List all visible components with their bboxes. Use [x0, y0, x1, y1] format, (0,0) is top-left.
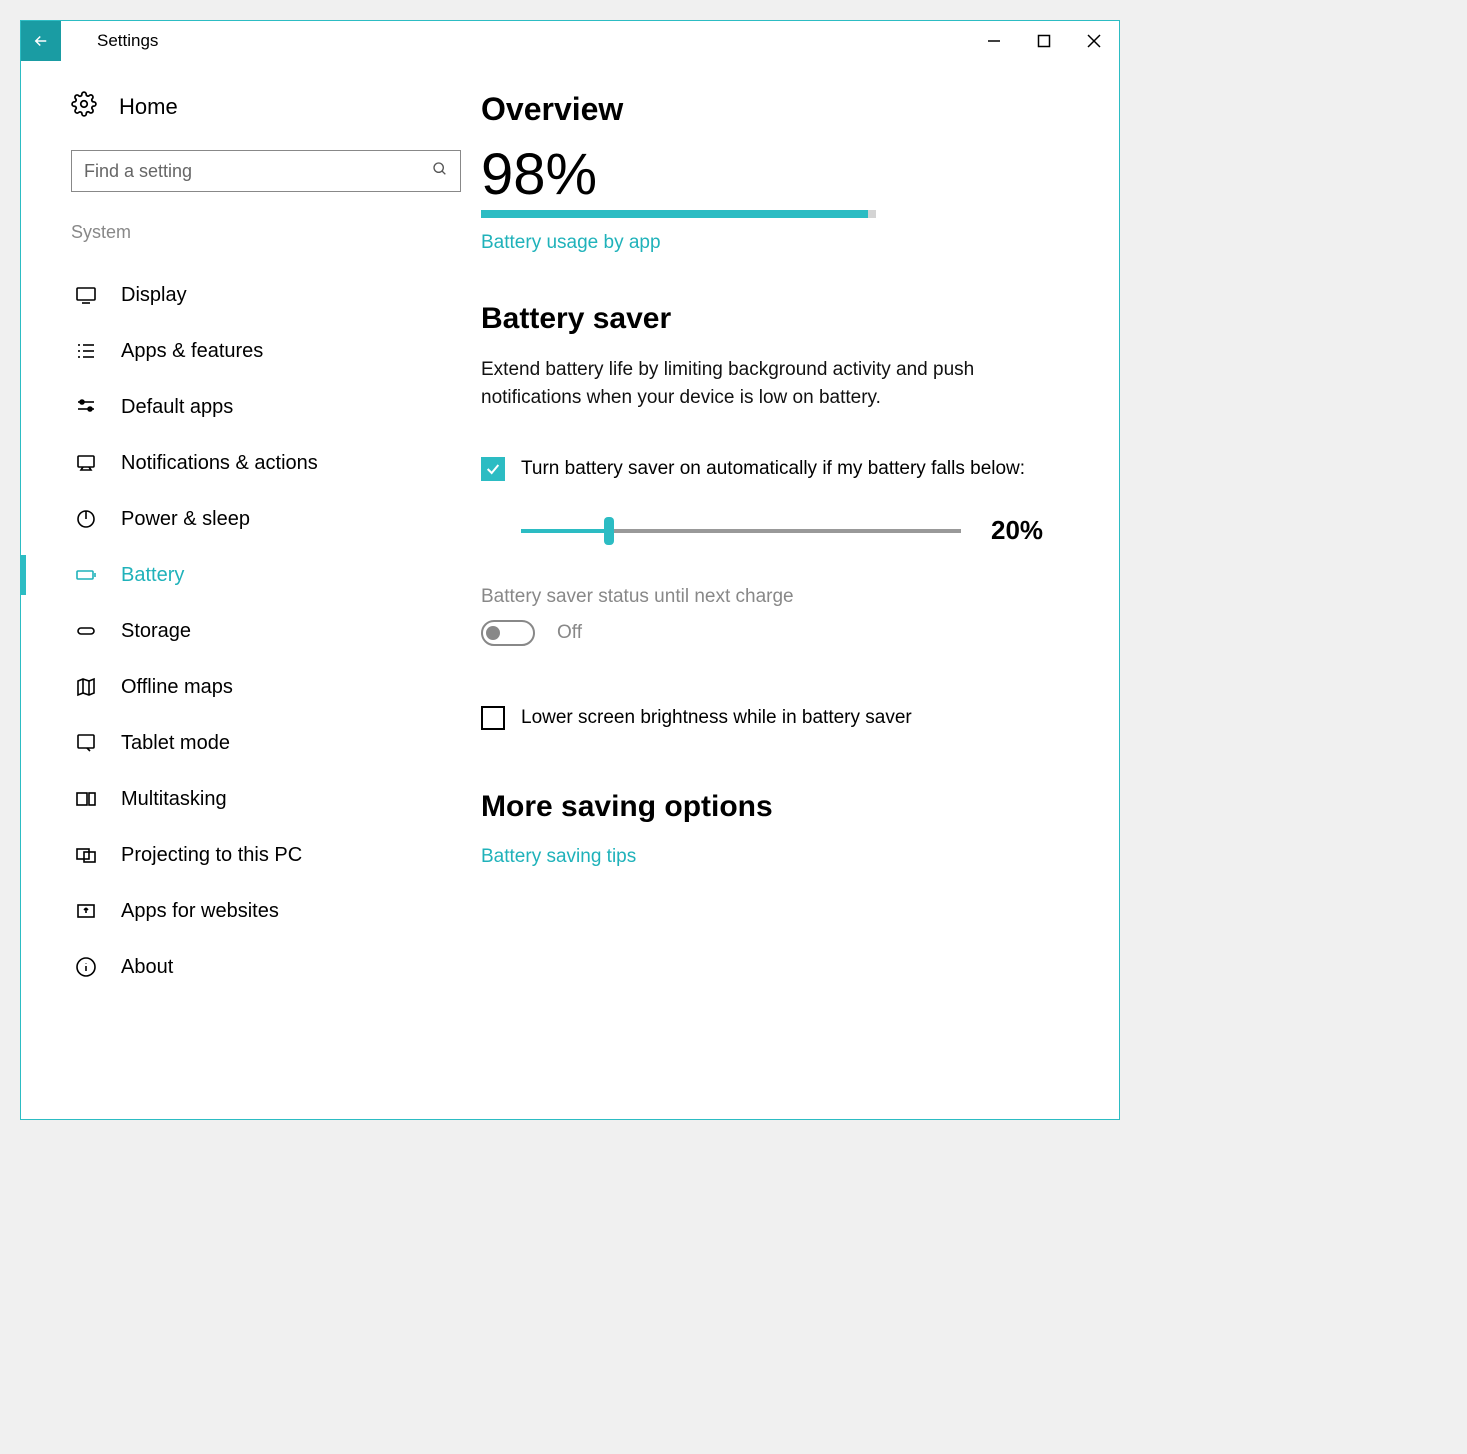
- sidebar-item-storage[interactable]: Storage: [71, 603, 441, 659]
- sidebar-item-about[interactable]: About: [71, 939, 441, 995]
- auto-on-label: Turn battery saver on automatically if m…: [521, 458, 1025, 480]
- saver-status-value: Off: [557, 622, 582, 644]
- threshold-slider-row: 20%: [521, 515, 1079, 546]
- battery-usage-link[interactable]: Battery usage by app: [481, 232, 1079, 254]
- check-icon: [485, 461, 501, 477]
- battery-saver-heading: Battery saver: [481, 302, 1079, 336]
- search-placeholder: Find a setting: [84, 161, 432, 182]
- sidebar-item-offline-maps[interactable]: Offline maps: [71, 659, 441, 715]
- battery-progress-fill: [481, 210, 868, 218]
- battery-tips-link[interactable]: Battery saving tips: [481, 846, 1079, 868]
- toggle-knob: [486, 626, 500, 640]
- project-icon: [73, 843, 99, 867]
- battery-icon: [73, 563, 99, 587]
- battery-progress-bar: [481, 210, 876, 218]
- list-icon: [73, 339, 99, 363]
- brightness-checkbox[interactable]: [481, 706, 505, 730]
- sidebar-item-label: Default apps: [121, 396, 233, 419]
- main-content: Overview 98% Battery usage by app Batter…: [471, 61, 1119, 1119]
- tablet-icon: [73, 731, 99, 755]
- sidebar-item-label: Offline maps: [121, 676, 233, 699]
- sidebar-item-default-apps[interactable]: Default apps: [71, 379, 441, 435]
- sidebar-item-label: About: [121, 956, 173, 979]
- sidebar-item-apps-features[interactable]: Apps & features: [71, 323, 441, 379]
- search-icon: [432, 161, 448, 182]
- sidebar-item-label: Apps for websites: [121, 900, 279, 923]
- map-icon: [73, 675, 99, 699]
- window-controls: [969, 21, 1119, 61]
- close-button[interactable]: [1069, 21, 1119, 61]
- sidebar-item-label: Projecting to this PC: [121, 844, 302, 867]
- notifications-icon: [73, 451, 99, 475]
- brightness-row: Lower screen brightness while in battery…: [481, 706, 1079, 730]
- power-icon: [73, 507, 99, 531]
- saver-status-row: Off: [481, 620, 1079, 646]
- saver-status-label: Battery saver status until next charge: [481, 586, 1079, 608]
- info-icon: [73, 955, 99, 979]
- settings-window: Settings Home Find a setting: [20, 20, 1120, 1120]
- sidebar: Home Find a setting System Display Apps …: [21, 61, 471, 1119]
- search-input[interactable]: Find a setting: [71, 150, 461, 192]
- sliders-icon: [73, 395, 99, 419]
- slider-thumb[interactable]: [604, 517, 614, 545]
- slider-fill: [521, 529, 609, 533]
- brightness-label: Lower screen brightness while in battery…: [521, 707, 912, 729]
- sidebar-item-label: Apps & features: [121, 340, 263, 363]
- sidebar-item-display[interactable]: Display: [71, 267, 441, 323]
- maximize-button[interactable]: [1019, 21, 1069, 61]
- sidebar-item-label: Storage: [121, 620, 191, 643]
- sidebar-item-multitasking[interactable]: Multitasking: [71, 771, 441, 827]
- sidebar-item-label: Battery: [121, 564, 184, 587]
- sidebar-item-battery[interactable]: Battery: [71, 547, 441, 603]
- sidebar-item-projecting[interactable]: Projecting to this PC: [71, 827, 441, 883]
- sidebar-item-apps-websites[interactable]: Apps for websites: [71, 883, 441, 939]
- home-button[interactable]: Home: [71, 91, 441, 122]
- sidebar-item-label: Display: [121, 284, 187, 307]
- multitask-icon: [73, 787, 99, 811]
- auto-on-row: Turn battery saver on automatically if m…: [481, 457, 1079, 481]
- display-icon: [73, 283, 99, 307]
- titlebar: Settings: [21, 21, 1119, 61]
- sidebar-item-tablet-mode[interactable]: Tablet mode: [71, 715, 441, 771]
- sidebar-item-label: Multitasking: [121, 788, 227, 811]
- threshold-value: 20%: [991, 515, 1043, 546]
- battery-percentage: 98%: [481, 146, 1079, 204]
- saver-status-toggle[interactable]: [481, 620, 535, 646]
- gear-icon: [71, 91, 97, 122]
- sidebar-nav: Display Apps & features Default apps Not…: [71, 267, 441, 995]
- open-icon: [73, 899, 99, 923]
- sidebar-item-label: Power & sleep: [121, 508, 250, 531]
- minimize-button[interactable]: [969, 21, 1019, 61]
- sidebar-item-label: Notifications & actions: [121, 452, 318, 475]
- sidebar-item-label: Tablet mode: [121, 732, 230, 755]
- sidebar-item-notifications[interactable]: Notifications & actions: [71, 435, 441, 491]
- window-title: Settings: [97, 31, 158, 51]
- battery-saver-description: Extend battery life by limiting backgrou…: [481, 356, 1021, 411]
- threshold-slider[interactable]: [521, 529, 961, 533]
- back-button[interactable]: [21, 21, 61, 61]
- storage-icon: [73, 619, 99, 643]
- auto-on-checkbox[interactable]: [481, 457, 505, 481]
- home-label: Home: [119, 94, 178, 120]
- sidebar-section-heading: System: [71, 222, 441, 243]
- more-options-heading: More saving options: [481, 790, 1079, 824]
- overview-heading: Overview: [481, 91, 1079, 128]
- sidebar-item-power-sleep[interactable]: Power & sleep: [71, 491, 441, 547]
